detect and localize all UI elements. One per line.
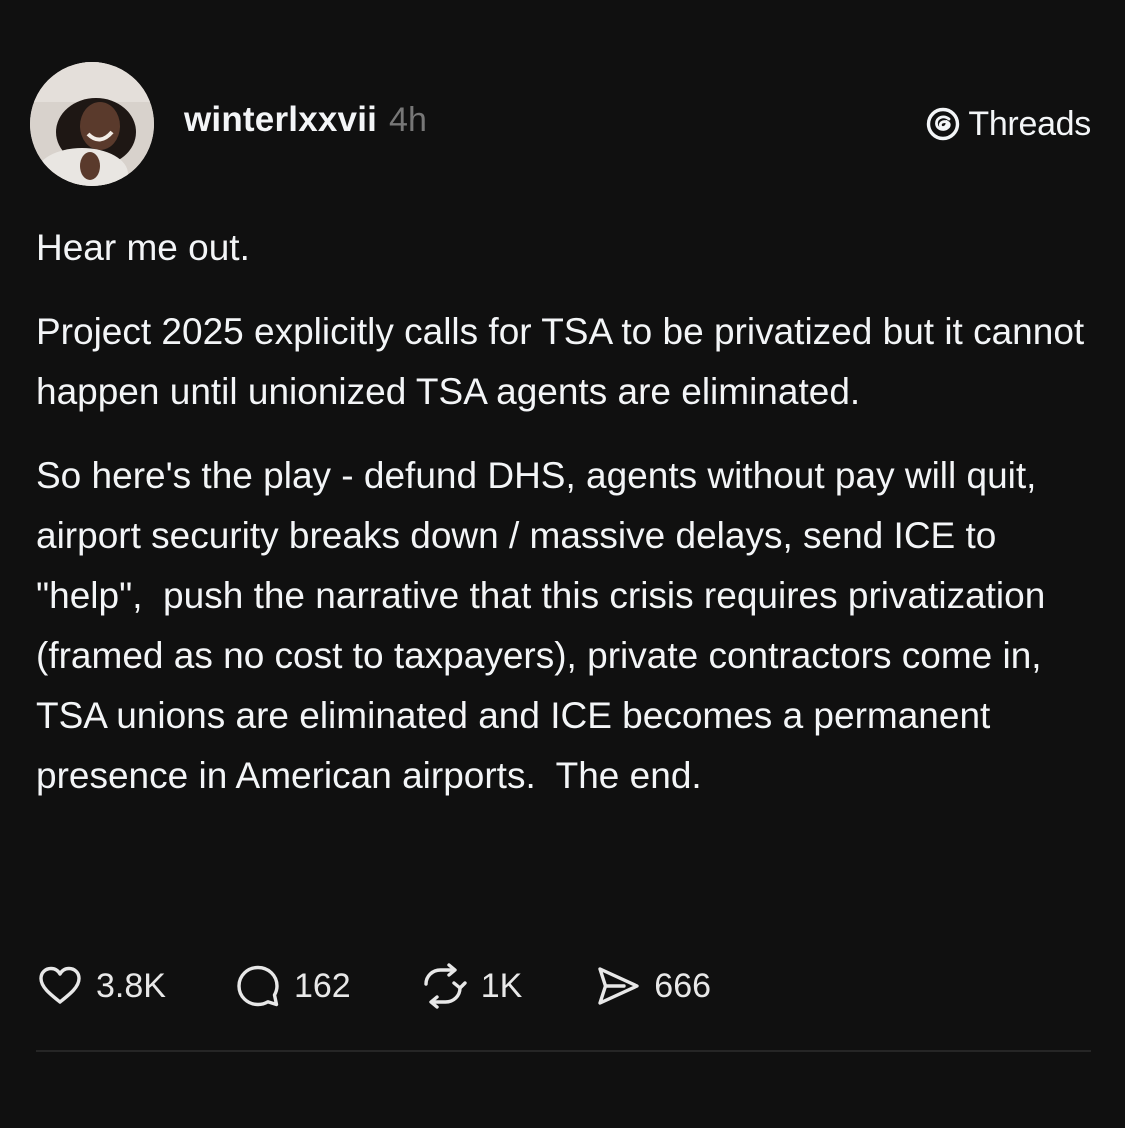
post-paragraph: So here's the play - defund DHS, agents … <box>36 455 1056 796</box>
like-button[interactable]: 3.8K <box>36 962 166 1010</box>
timestamp: 4h <box>389 101 427 139</box>
avatar-image <box>30 62 154 186</box>
repost-count: 1K <box>480 966 523 1005</box>
post-header: winterlxxvii 4h <box>184 100 427 150</box>
post-paragraph: Project 2025 explicitly calls for TSA to… <box>36 311 1095 412</box>
divider <box>36 1050 1091 1052</box>
heart-icon <box>36 962 84 1010</box>
reply-count: 162 <box>293 966 351 1005</box>
share-button[interactable]: 666 <box>594 962 711 1010</box>
comment-icon <box>234 962 282 1010</box>
repost-icon <box>417 962 469 1010</box>
brand-label: Threads <box>968 104 1091 143</box>
share-count: 666 <box>654 966 712 1005</box>
avatar[interactable] <box>30 62 154 186</box>
action-bar: 3.8K 162 1K 666 <box>36 958 711 1014</box>
post-paragraph: Hear me out. <box>36 227 250 268</box>
threads-logo-icon <box>924 105 962 143</box>
reply-button[interactable]: 162 <box>234 962 351 1010</box>
like-count: 3.8K <box>96 966 166 1005</box>
threads-post: winterlxxvii 4h Threads Hear me out. Pro… <box>0 0 1125 1128</box>
username[interactable]: winterlxxvii <box>184 100 377 140</box>
repost-button[interactable]: 1K <box>417 962 523 1010</box>
send-icon <box>594 962 642 1010</box>
threads-brand: Threads <box>924 100 1091 148</box>
post-body: Hear me out. Project 2025 explicitly cal… <box>36 218 1091 830</box>
